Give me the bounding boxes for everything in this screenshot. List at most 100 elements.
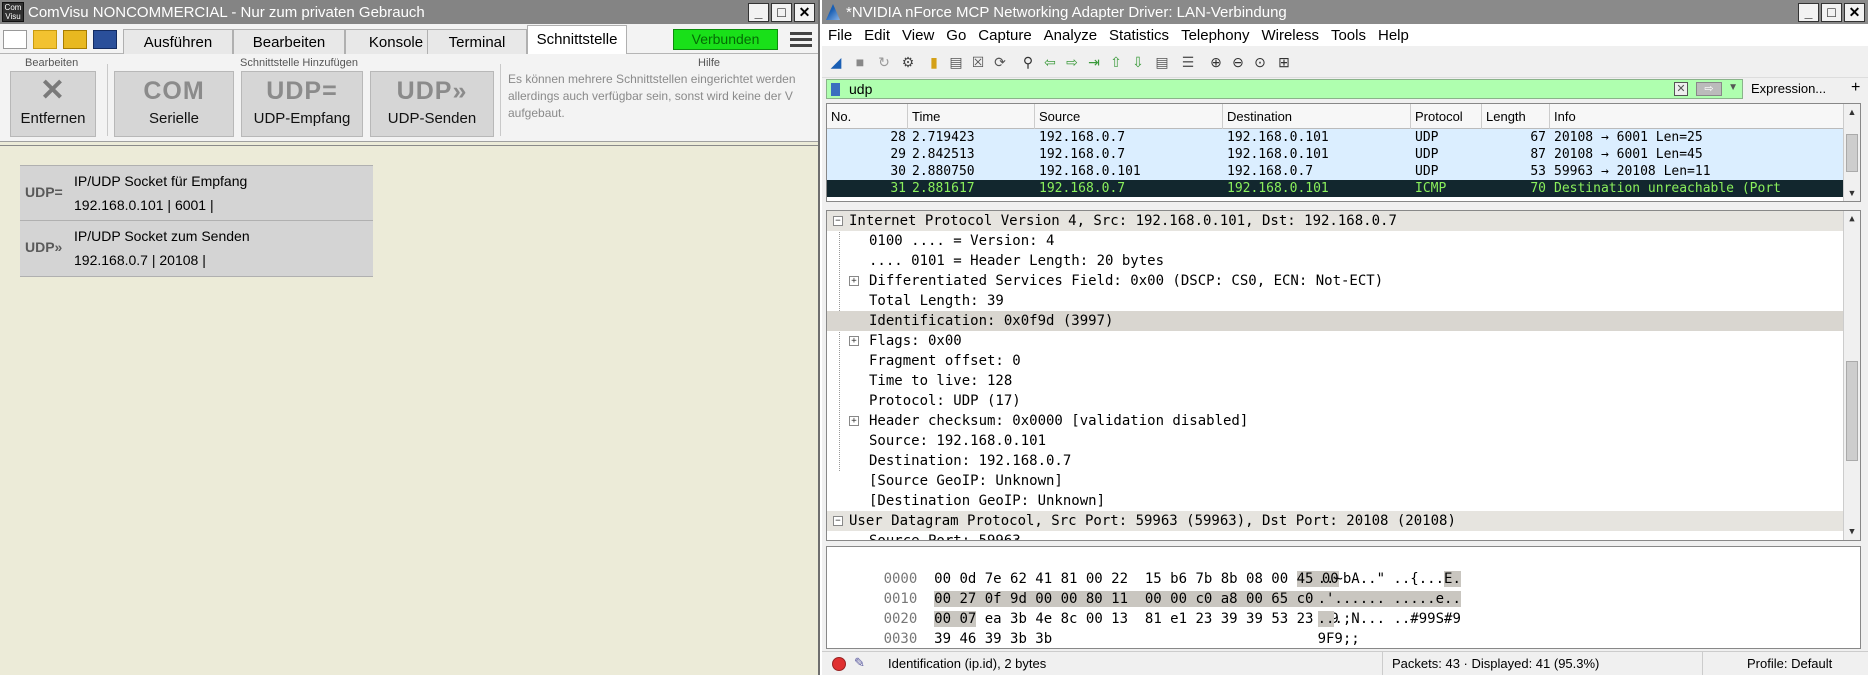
bytes-row[interactable]: 0010 00 27 0f 9d 00 00 80 11 00 00 c0 a8… [833,569,1339,607]
menu-wireless[interactable]: Wireless [1261,27,1319,44]
ascii-row[interactable]: ...;N... ..#99S#9 [1267,589,1461,627]
menu-capture[interactable]: Capture [978,27,1031,44]
close-file-icon[interactable]: ☒ [968,53,988,71]
tab-schnittstelle[interactable]: Schnittstelle [527,25,627,55]
restart-capture-icon[interactable]: ↻ [874,53,894,71]
packet-row[interactable]: 29 2.842513 192.168.0.7 192.168.0.101 UD… [827,146,1860,163]
expression-button[interactable]: Expression... [1751,81,1826,96]
menu-edit[interactable]: Edit [864,27,890,44]
maximize-button[interactable]: □ [1821,2,1842,22]
menu-help[interactable]: Help [1378,27,1409,44]
new-file-icon[interactable] [3,30,27,49]
scroll-thumb[interactable] [1846,361,1858,461]
expand-icon[interactable]: + [849,416,859,426]
menu-tools[interactable]: Tools [1331,27,1366,44]
go-first-icon[interactable]: ⇧ [1106,53,1126,71]
close-button[interactable]: ✕ [1844,2,1865,22]
maximize-button[interactable]: □ [771,2,792,22]
tree-leaf[interactable]: [Destination GeoIP: Unknown] [827,491,1860,511]
details-scrollbar[interactable]: ▲ ▼ [1843,211,1860,540]
edit-comment-icon[interactable]: ✎ [854,655,865,671]
find-packet-icon[interactable]: ⚲ [1018,53,1038,71]
tab-terminal[interactable]: Terminal [427,29,527,54]
column-info[interactable]: Info [1550,104,1845,129]
bytes-row[interactable]: 0000 00 0d 7e 62 41 81 00 22 15 b6 7b 8b… [833,549,1339,587]
interface-item-udp-send[interactable]: UDP» IP/UDP Socket zum Senden 192.168.0.… [20,221,373,277]
tree-leaf[interactable]: Source Port: 59963 [827,531,1860,540]
save-disk-icon[interactable] [93,30,117,49]
save-as-icon[interactable] [63,30,87,49]
column-no[interactable]: No. [827,104,908,129]
menu-telephony[interactable]: Telephony [1181,27,1249,44]
scroll-down-icon[interactable]: ▼ [1844,185,1860,201]
bytes-row[interactable]: 0020 00 07 ea 3b 4e 8c 00 13 81 e1 23 39… [833,589,1339,627]
close-button[interactable]: ✕ [794,2,815,22]
clear-filter-icon[interactable]: ✕ [1674,82,1688,96]
add-filter-button[interactable]: + [1851,79,1860,97]
tree-leaf[interactable]: Total Length: 39 [827,291,1860,311]
reload-file-icon[interactable]: ⟳ [990,53,1010,71]
packet-row[interactable]: 28 2.719423 192.168.0.7 192.168.0.101 UD… [827,129,1860,146]
tree-leaf[interactable]: [Source GeoIP: Unknown] [827,471,1860,491]
remove-button[interactable]: ✕ Entfernen [10,71,96,137]
colorize-icon[interactable]: ☰ [1178,53,1198,71]
tree-node-flags[interactable]: + Flags: 0x00 [827,331,1860,351]
chevron-down-icon[interactable]: ▼ [1728,82,1738,93]
display-filter-input[interactable]: udp ✕ ⇨ ▼ [826,79,1743,99]
menu-analyze[interactable]: Analyze [1044,27,1097,44]
collapse-icon[interactable]: − [833,216,843,226]
expand-icon[interactable]: + [849,336,859,346]
interface-item-udp-receive[interactable]: UDP= IP/UDP Socket für Empfang 192.168.0… [20,165,373,221]
apply-filter-icon[interactable]: ⇨ [1696,82,1722,96]
add-udp-receive-button[interactable]: UDP= UDP-Empfang [241,71,363,137]
menu-file[interactable]: File [828,27,852,44]
go-to-packet-icon[interactable]: ⇥ [1084,53,1104,71]
tree-leaf[interactable]: Fragment offset: 0 [827,351,1860,371]
packet-row-selected[interactable]: 31 2.881617 192.168.0.7 192.168.0.101 IC… [827,180,1860,197]
scroll-up-icon[interactable]: ▲ [1844,211,1860,227]
ascii-row[interactable]: .'...... .....e.. [1267,569,1461,607]
go-forward-icon[interactable]: ⇨ [1062,53,1082,71]
go-last-icon[interactable]: ⇩ [1128,53,1148,71]
save-file-icon[interactable]: ▤ [946,53,966,71]
tree-leaf[interactable]: Destination: 192.168.0.7 [827,451,1860,471]
scroll-thumb[interactable] [1846,134,1858,172]
column-length[interactable]: Length [1482,104,1550,129]
tree-leaf[interactable]: Protocol: UDP (17) [827,391,1860,411]
bytes-row[interactable]: 0030 39 46 39 3b 3b [833,609,1053,647]
tree-leaf-selected[interactable]: Identification: 0x0f9d (3997) [827,311,1860,331]
tree-node-dsfield[interactable]: + Differentiated Services Field: 0x00 (D… [827,271,1860,291]
hamburger-menu-icon[interactable] [790,29,812,49]
open-file-icon[interactable]: ▮ [924,53,944,71]
scroll-up-icon[interactable]: ▲ [1844,104,1860,120]
tab-ausfuehren[interactable]: Ausführen [123,29,233,54]
bookmark-icon[interactable] [831,83,840,96]
resize-columns-icon[interactable]: ⊞ [1274,53,1294,71]
status-profile[interactable]: Profile: Default [1747,656,1832,671]
column-destination[interactable]: Destination [1223,104,1411,129]
capture-options-icon[interactable]: ⚙ [898,53,918,71]
minimize-button[interactable]: _ [1798,2,1819,22]
menu-go[interactable]: Go [946,27,966,44]
tree-node-udp[interactable]: − User Datagram Protocol, Src Port: 5996… [827,511,1860,531]
expand-icon[interactable]: + [849,276,859,286]
menu-statistics[interactable]: Statistics [1109,27,1169,44]
minimize-button[interactable]: _ [748,2,769,22]
collapse-icon[interactable]: − [833,516,843,526]
autoscroll-icon[interactable]: ▤ [1152,53,1172,71]
tree-leaf[interactable]: Source: 192.168.0.101 [827,431,1860,451]
stop-capture-icon[interactable]: ■ [850,53,870,71]
expert-info-icon[interactable] [832,657,846,671]
packet-row[interactable]: 30 2.880750 192.168.0.101 192.168.0.7 UD… [827,163,1860,180]
ascii-row[interactable]: 9F9;; [1267,609,1360,647]
tab-bearbeiten[interactable]: Bearbeiten [233,29,345,54]
ascii-row[interactable]: ..~bA.." ..{...E. [1267,549,1461,587]
menu-view[interactable]: View [902,27,934,44]
add-com-button[interactable]: COM Serielle [114,71,234,137]
column-protocol[interactable]: Protocol [1411,104,1482,129]
zoom-reset-icon[interactable]: ⊙ [1250,53,1270,71]
packet-list-scrollbar[interactable]: ▲ ▼ [1843,104,1860,201]
tree-node-checksum[interactable]: + Header checksum: 0x0000 [validation di… [827,411,1860,431]
tree-leaf[interactable]: 0100 .... = Version: 4 [827,231,1860,251]
open-folder-icon[interactable] [33,30,57,49]
